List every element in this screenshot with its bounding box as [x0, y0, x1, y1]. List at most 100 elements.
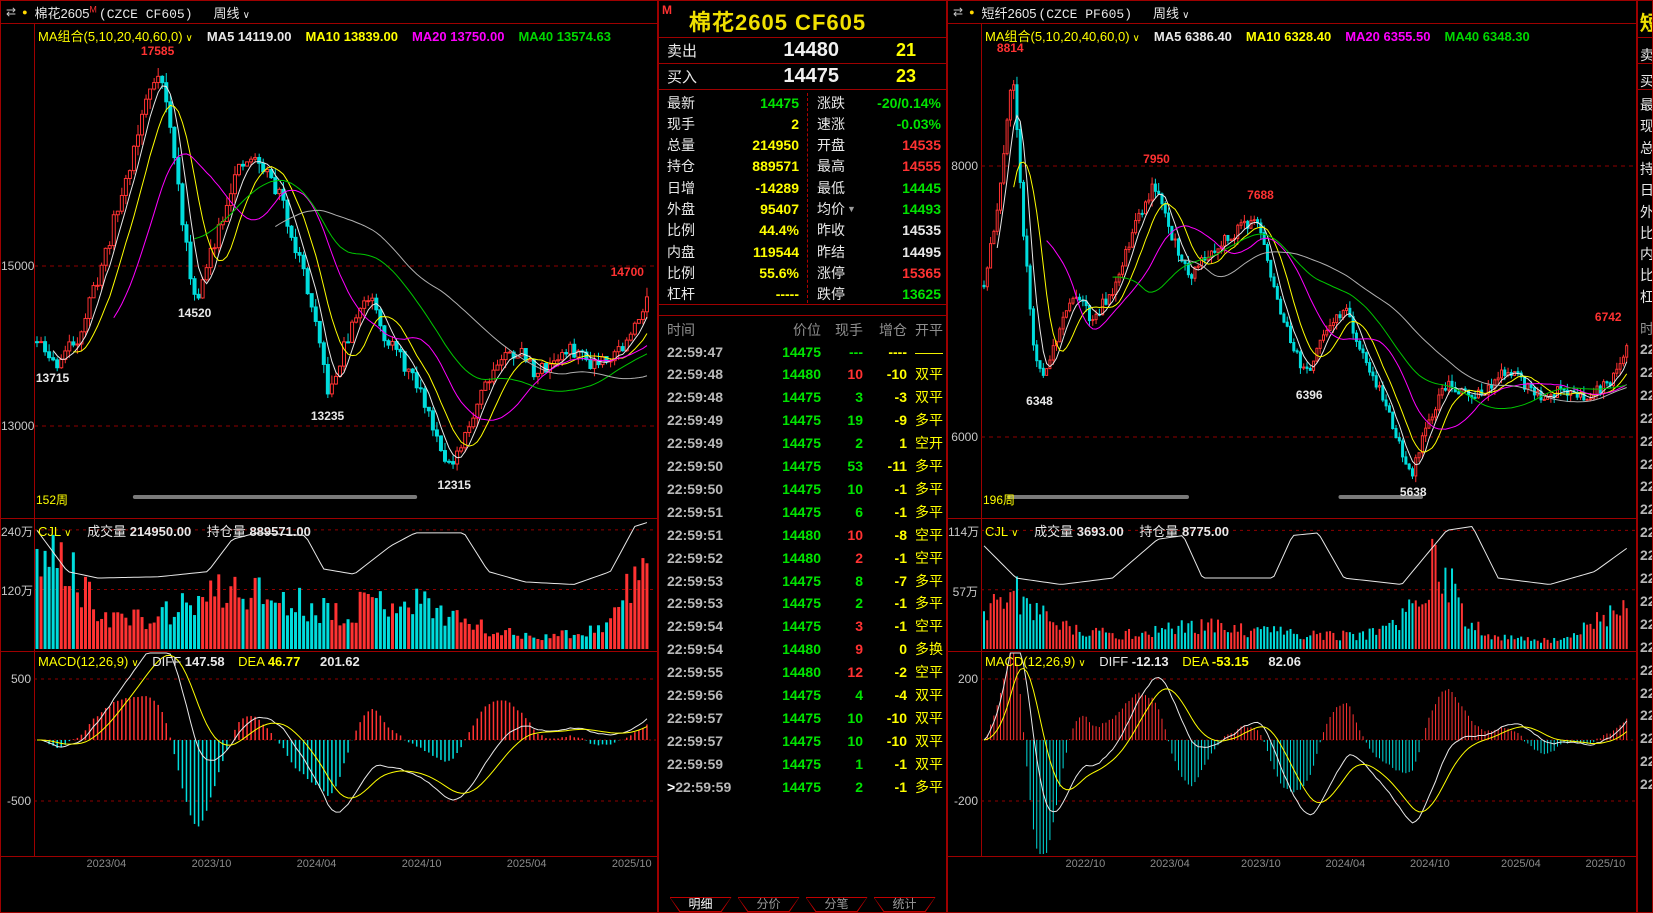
- clipped-time: 22:5: [1640, 387, 1653, 403]
- macd-axis-tick: 500: [1, 672, 31, 686]
- quote-label: 跌停: [817, 284, 845, 304]
- tick-time: 22:59:50: [659, 458, 741, 474]
- tick-lots: 12: [821, 664, 863, 680]
- tick-price: 14475: [741, 412, 821, 428]
- quote-row: 外盘95407: [667, 199, 799, 220]
- tick-open-close: 多平: [907, 456, 946, 476]
- ma-indicator-legend[interactable]: MA组合(5,10,20,40,60,0)∨MA5 6386.40MA10 63…: [985, 26, 1530, 45]
- period-selector[interactable]: 周线∨: [214, 3, 250, 22]
- tab-分价[interactable]: 分价: [738, 897, 800, 912]
- clipped-quote-label: 现: [1640, 116, 1653, 136]
- tick-col-header: 增仓: [863, 320, 907, 340]
- tick-time: 22:59:55: [659, 664, 741, 680]
- tick-time: 22:59:52: [659, 550, 741, 566]
- clipped-quote-label: 日: [1640, 180, 1653, 200]
- tick-oi-change: -8: [863, 527, 907, 543]
- chart-header-cotton: ⇄ ● 棉花2605M(CZCE CF605) 周线∨: [1, 1, 657, 23]
- quote-value: 14445: [902, 180, 941, 196]
- tick-lots: 10: [821, 481, 863, 497]
- candlestick-chart-polyester[interactable]: [948, 1, 1637, 913]
- quote-value: 889571: [752, 158, 799, 174]
- tab-明细[interactable]: 明细: [670, 897, 732, 912]
- tick-time: 22:59:48: [659, 389, 741, 405]
- tick-open-close: 多平: [907, 777, 946, 797]
- clipped-time: 22:5: [1640, 501, 1653, 517]
- clipped-time: 22:5: [1640, 433, 1653, 449]
- quote-label: 现手: [667, 114, 695, 134]
- tick-lots: 9: [821, 641, 863, 657]
- link-icon[interactable]: ⇄: [6, 5, 15, 19]
- x-axis-tick: 2024/10: [1410, 858, 1450, 870]
- price-annotation: 14700: [611, 265, 644, 279]
- volume-axis-tick: 57万: [948, 583, 978, 600]
- quote-value: 214950: [752, 137, 799, 153]
- price-annotation: 7688: [1247, 188, 1274, 202]
- price-annotation: 13715: [36, 371, 69, 385]
- candlestick-chart-cotton[interactable]: [1, 1, 658, 913]
- x-axis-tick: 2022/10: [1066, 858, 1106, 870]
- instrument-dot-icon: ●: [22, 7, 27, 17]
- tick-oi-change: -1: [863, 504, 907, 520]
- tick-lots: 2: [821, 550, 863, 566]
- tick-row: 22:59:56144754-4双平: [659, 684, 946, 707]
- price-axis-tick: 15000: [1, 259, 31, 273]
- quote-label: 最低: [817, 178, 845, 198]
- clipped-time: 22:5: [1640, 776, 1653, 792]
- tick-lots: 10: [821, 366, 863, 382]
- chevron-down-icon: ∨: [64, 528, 71, 539]
- x-axis-tick: 2023/04: [87, 858, 127, 870]
- price-annotation: 6348: [1026, 394, 1053, 408]
- volume-pane-header[interactable]: CJL∨ 成交量 214950.00 持仓量 889571.00: [38, 521, 311, 540]
- tick-lots: 2: [821, 435, 863, 451]
- macd-pane-header[interactable]: MACD(12,26,9)∨ DIFF -12.13 DEA -53.15 82…: [985, 654, 1301, 669]
- tick-price: 14475: [741, 344, 821, 360]
- period-selector[interactable]: 周线∨: [1153, 3, 1189, 22]
- chart-header-polyester: ⇄ ● 短纤2605(CZCE PF605) 周线∨: [948, 1, 1636, 23]
- clipped-quote-label: 最: [1640, 95, 1653, 115]
- tab-统计[interactable]: 统计: [874, 897, 936, 912]
- history-scrollbar[interactable]: [1007, 495, 1189, 499]
- link-icon[interactable]: ⇄: [953, 5, 962, 19]
- quote-panel: M 棉花2605 CF605 卖出 14480 21 买入 14475 23 最…: [658, 0, 947, 913]
- quote-label: 开盘: [817, 135, 845, 155]
- quote-label: 涨停: [817, 263, 845, 283]
- quote-row: 杠杆-----: [667, 284, 799, 305]
- price-axis-tick: 8000: [948, 159, 978, 173]
- tick-oi-change: -1: [863, 618, 907, 634]
- tick-oi-change: -9: [863, 412, 907, 428]
- ma-value-ma40: MA40 13574.63: [518, 29, 611, 44]
- chart-panel-polyester: ⇄ ● 短纤2605(CZCE PF605) 周线∨ MA组合(5,10,20,…: [947, 0, 1637, 913]
- tab-分笔[interactable]: 分笔: [806, 897, 868, 912]
- quote-row: 涨跌-20/0.14%: [817, 92, 941, 113]
- tick-open-close: ——: [907, 344, 946, 360]
- tick-price: 14480: [741, 527, 821, 543]
- clipped-time: 22:5: [1640, 364, 1653, 380]
- volume-pane-header[interactable]: CJL∨ 成交量 3693.00 持仓量 8775.00: [985, 521, 1229, 540]
- triangle-down-icon[interactable]: ▼: [847, 204, 856, 214]
- tick-open-close: 多平: [907, 410, 946, 430]
- tick-price: 14475: [741, 687, 821, 703]
- tick-price: 14475: [741, 458, 821, 474]
- tick-oi-change: -4: [863, 687, 907, 703]
- tick-oi-change: -1: [863, 779, 907, 795]
- price-axis-tick: 13000: [1, 419, 31, 433]
- chevron-down-icon: ∨: [131, 658, 138, 669]
- clipped-time: 22:5: [1640, 410, 1653, 426]
- tick-price: 14475: [741, 595, 821, 611]
- ma-indicator-legend[interactable]: MA组合(5,10,20,40,60,0)∨MA5 14119.00MA10 1…: [38, 26, 611, 45]
- tick-row: 22:59:501447553-11多平: [659, 455, 946, 478]
- quote-panel-clipped: 短卖买最现总持日外比内比杠时22:522:522:522:522:522:522…: [1637, 0, 1653, 913]
- price-annotation: 7950: [1143, 152, 1170, 166]
- tick-row: 22:59:551448012-2空平: [659, 661, 946, 684]
- price-annotation: 12315: [438, 478, 471, 492]
- ma-value-ma5: MA5 14119.00: [207, 29, 292, 44]
- macd-pane-header[interactable]: MACD(12,26,9)∨ DIFF 147.58 DEA 46.77 201…: [38, 654, 360, 669]
- clipped-time: 22:5: [1640, 730, 1653, 746]
- quote-row: 现手2: [667, 113, 799, 134]
- volume-axis-tick: 240万: [1, 523, 31, 540]
- history-scrollbar[interactable]: [133, 495, 417, 499]
- quote-value: 14535: [902, 222, 941, 238]
- tick-time: >22:59:59: [659, 779, 741, 795]
- quote-value: 14475: [760, 95, 799, 111]
- tick-row: 22:59:481448010-10双平: [659, 363, 946, 386]
